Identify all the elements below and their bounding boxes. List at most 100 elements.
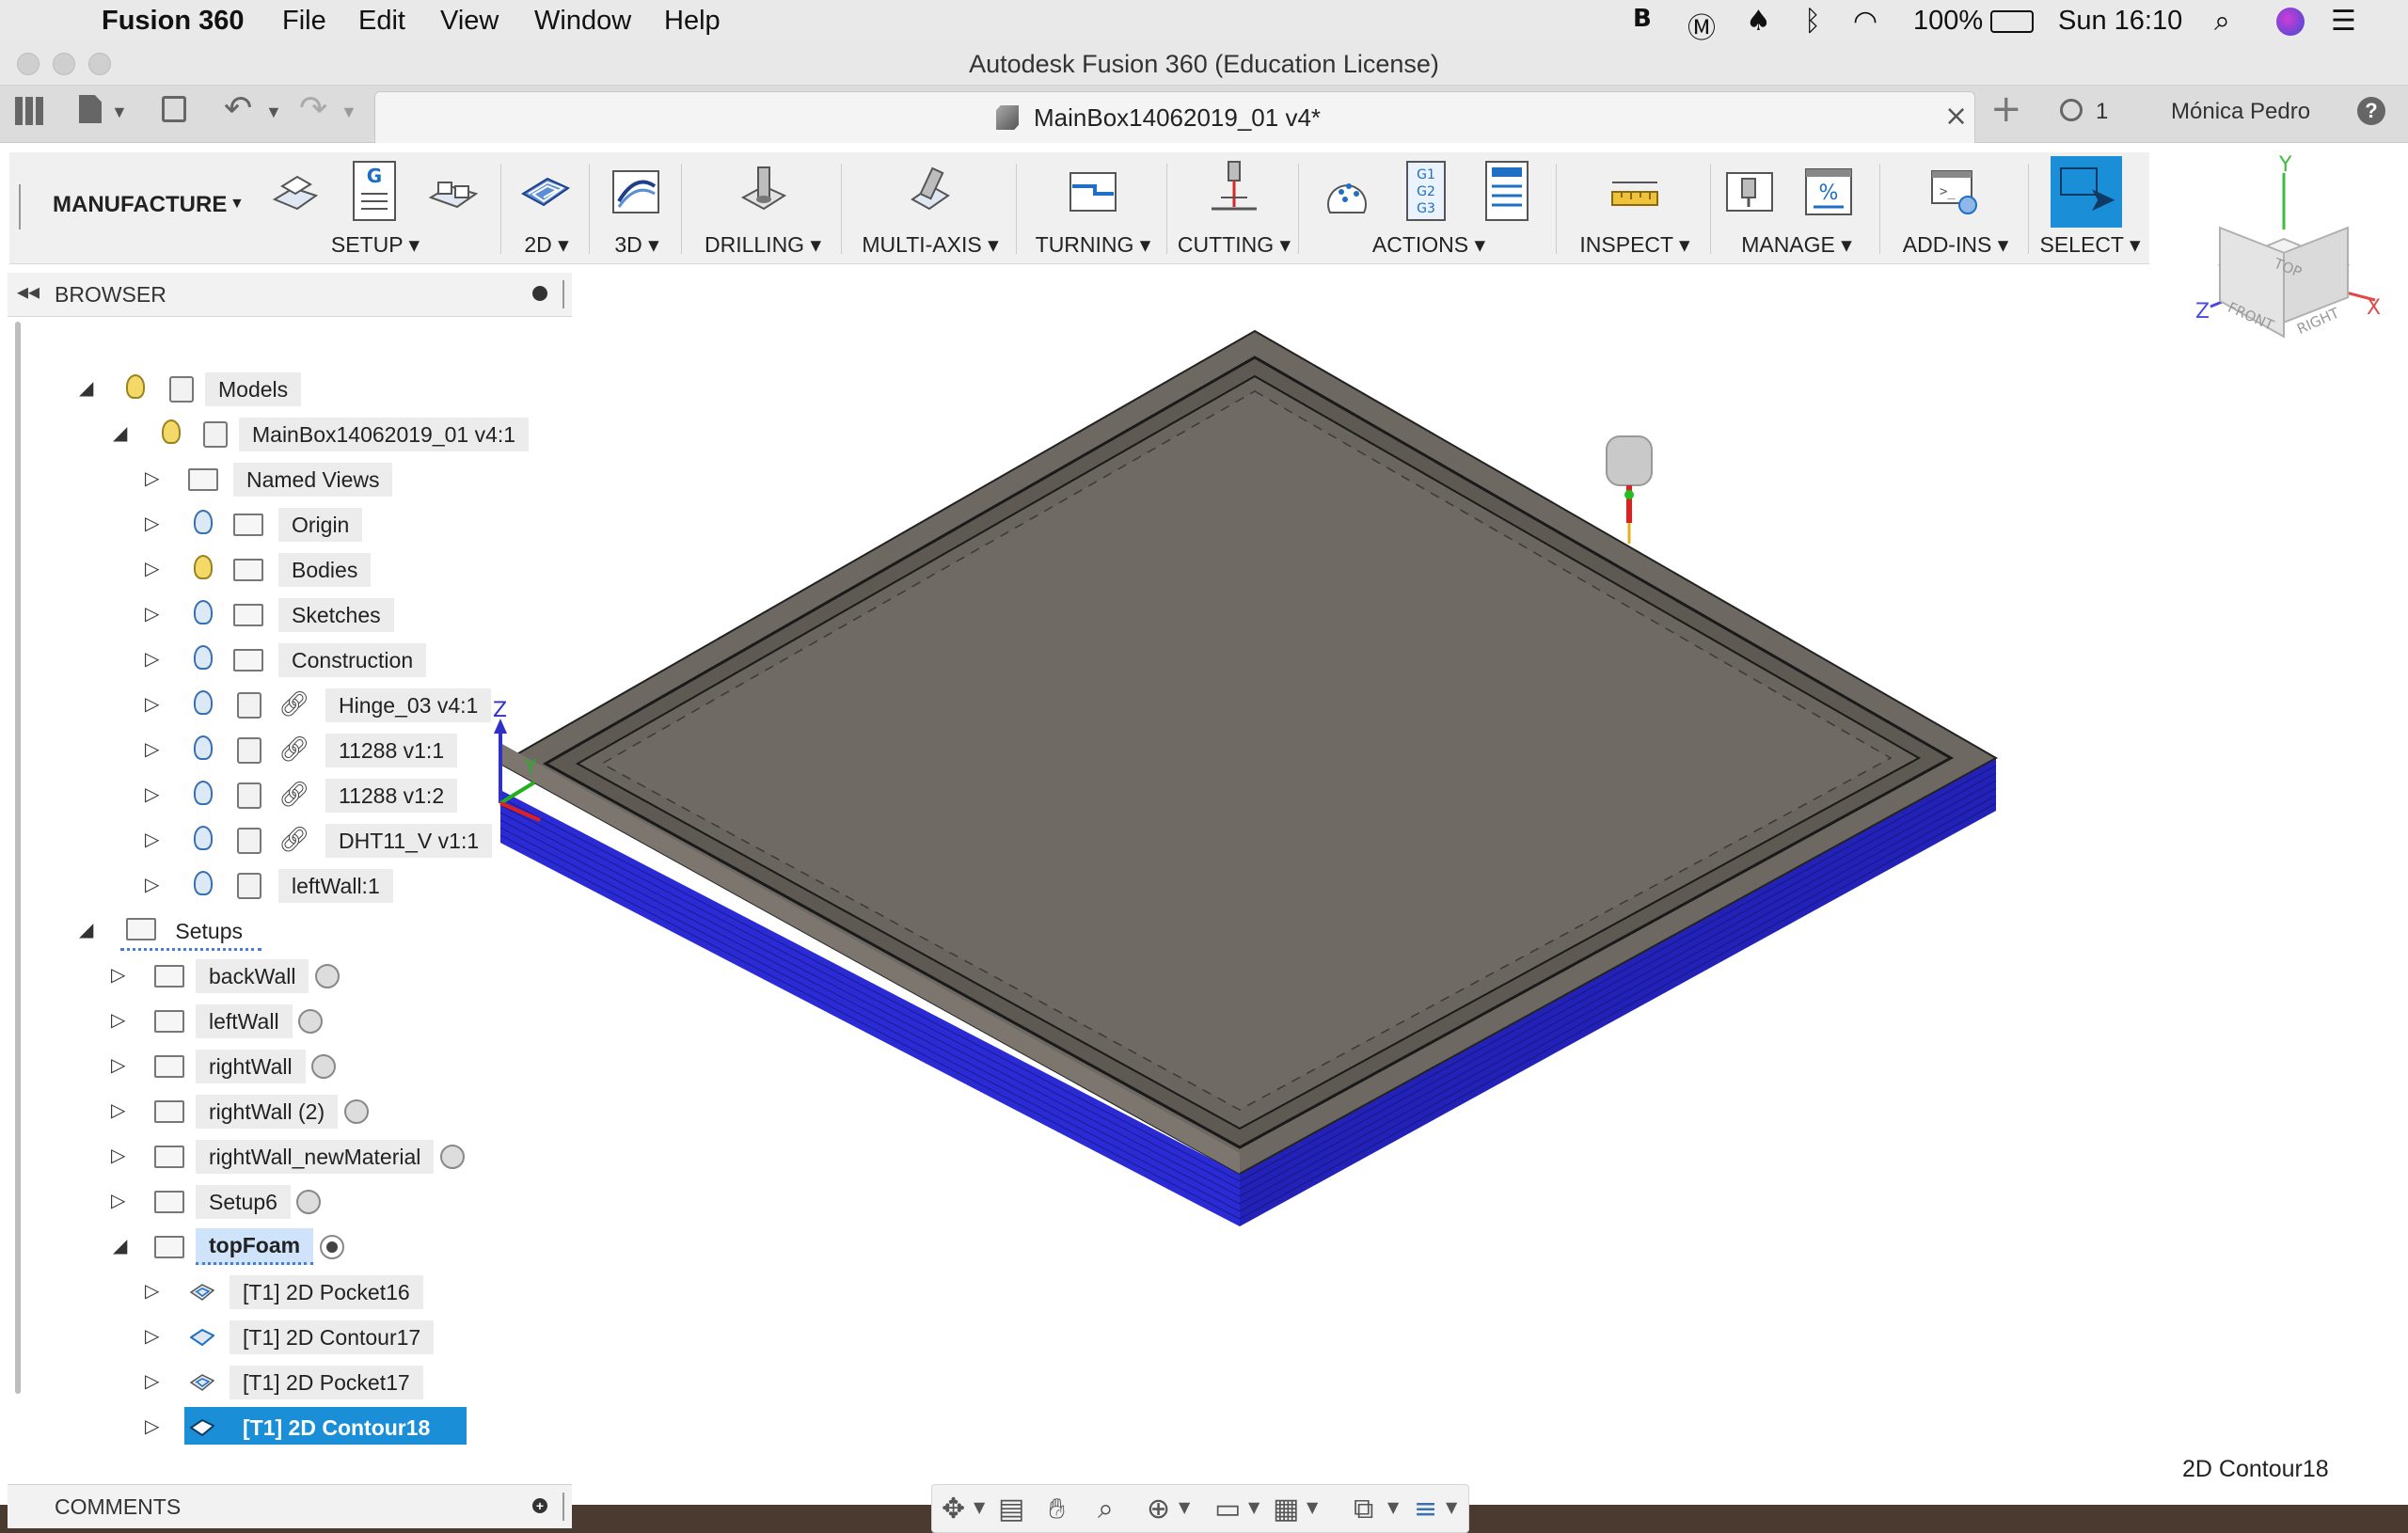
expand-arrow-icon[interactable]: ▷ bbox=[145, 730, 159, 767]
expand-arrow-icon[interactable]: ▷ bbox=[111, 1091, 125, 1129]
expand-arrow-icon[interactable]: ▷ bbox=[111, 1046, 125, 1083]
cutting-group[interactable]: CUTTING ▾ bbox=[1170, 152, 1298, 263]
expand-arrow-icon[interactable]: ▷ bbox=[145, 1272, 159, 1309]
display-settings-icon[interactable]: ▭ bbox=[1214, 1493, 1241, 1525]
cat-app-icon[interactable]: ♠ bbox=[1746, 5, 1771, 38]
3d-adaptive-icon[interactable] bbox=[610, 166, 662, 218]
menu-window[interactable]: Window bbox=[534, 6, 631, 37]
collapse-arrow-icon[interactable]: ◢ bbox=[113, 414, 127, 451]
visibility-bulb-icon[interactable] bbox=[194, 781, 213, 805]
active-setup-radio[interactable] bbox=[319, 1234, 344, 1259]
drilling-group[interactable]: DRILLING ▾ bbox=[685, 152, 841, 263]
siri-icon[interactable] bbox=[2276, 8, 2305, 36]
redo-icon[interactable]: ↷ bbox=[299, 89, 327, 128]
wifi-icon[interactable]: ◠ bbox=[1853, 5, 1877, 38]
chevron-down-icon[interactable]: ▼ bbox=[1307, 1498, 1318, 1516]
app-menu[interactable]: Fusion 360 bbox=[102, 6, 245, 37]
post-library-icon[interactable]: % bbox=[1802, 166, 1855, 218]
chevron-down-icon[interactable]: ▼ bbox=[265, 103, 282, 122]
scripts-addins-icon[interactable]: >_ bbox=[1928, 166, 1981, 218]
grid-snaps-icon[interactable]: ▦ bbox=[1273, 1493, 1299, 1525]
menu-file[interactable]: File bbox=[282, 6, 326, 37]
multi-axis-group[interactable]: MULTI-AXIS ▾ bbox=[845, 152, 1016, 263]
expand-arrow-icon[interactable]: ▷ bbox=[145, 865, 159, 903]
panel-grip[interactable] bbox=[562, 280, 564, 308]
new-tab-button[interactable]: + bbox=[1990, 87, 2022, 131]
menu-help[interactable]: Help bbox=[664, 6, 721, 37]
collapse-arrow-icon[interactable]: ◢ bbox=[79, 369, 93, 406]
collapse-arrow-icon[interactable]: ◢ bbox=[79, 910, 93, 948]
select-group[interactable]: ➤ SELECT ▾ bbox=[2032, 152, 2148, 263]
workspace-switcher[interactable]: MANUFACTURE ▼ bbox=[30, 152, 252, 263]
menu-edit[interactable]: Edit bbox=[358, 6, 405, 37]
nc-program-icon[interactable]: G bbox=[348, 160, 401, 222]
collapse-browser-icon[interactable]: ◂◂ bbox=[17, 278, 40, 305]
model-canvas[interactable] bbox=[470, 314, 2069, 1292]
battery-icon[interactable] bbox=[1990, 10, 2034, 33]
visibility-bulb-icon[interactable] bbox=[194, 871, 213, 895]
expand-arrow-icon[interactable]: ▷ bbox=[111, 1136, 125, 1174]
expand-arrow-icon[interactable]: ▷ bbox=[145, 594, 159, 632]
turning-group[interactable]: TURNING ▾ bbox=[1020, 152, 1166, 263]
orbit-icon[interactable]: ✥ bbox=[942, 1493, 965, 1525]
file-menu-icon[interactable] bbox=[79, 95, 102, 123]
fit-icon[interactable]: ⊕ bbox=[1147, 1493, 1170, 1525]
expand-arrow-icon[interactable]: ▷ bbox=[145, 820, 159, 858]
toolpath-display-icon[interactable]: ≡ bbox=[1414, 1493, 1437, 1525]
manage-group[interactable]: % MANAGE ▾ bbox=[1714, 152, 1879, 263]
activate-setup-radio[interactable] bbox=[296, 1189, 322, 1214]
swarf-icon[interactable] bbox=[903, 166, 956, 218]
panel-grip[interactable] bbox=[562, 1493, 564, 1521]
activate-setup-radio[interactable] bbox=[314, 963, 340, 988]
malwarebytes-icon[interactable]: Ⓜ bbox=[1687, 5, 1716, 46]
visibility-bulb-icon[interactable] bbox=[194, 690, 213, 715]
help-icon[interactable]: ? bbox=[2357, 97, 2385, 125]
chevron-down-icon[interactable]: ▼ bbox=[341, 103, 357, 122]
ribbon-grip[interactable] bbox=[19, 184, 21, 229]
expand-arrow-icon[interactable]: ▷ bbox=[111, 1001, 125, 1038]
visibility-bulb-icon[interactable] bbox=[194, 510, 213, 534]
undo-icon[interactable]: ↶ bbox=[224, 89, 252, 128]
activate-setup-radio[interactable] bbox=[343, 1098, 369, 1124]
2d-group[interactable]: 2D ▾ bbox=[504, 152, 589, 263]
chevron-down-icon[interactable]: ▼ bbox=[111, 103, 128, 122]
cutting-icon[interactable] bbox=[1208, 160, 1260, 222]
close-tab-icon[interactable]: × bbox=[1944, 100, 1968, 133]
pan-icon[interactable]: ✋︎ bbox=[1049, 1493, 1065, 1525]
activate-setup-radio[interactable] bbox=[439, 1144, 465, 1169]
chevron-down-icon[interactable]: ▼ bbox=[1387, 1498, 1399, 1516]
job-status-icon[interactable] bbox=[2060, 99, 2083, 121]
status-app-icon[interactable]: B bbox=[1633, 5, 1652, 33]
setup-group[interactable]: G SETUP ▾ bbox=[250, 152, 500, 263]
select-tool-button[interactable]: ➤ bbox=[2051, 156, 2122, 228]
visibility-bulb-icon[interactable] bbox=[194, 645, 213, 670]
visibility-bulb-icon[interactable] bbox=[162, 419, 181, 444]
2d-adaptive-icon[interactable] bbox=[519, 166, 572, 218]
turning-profile-icon[interactable] bbox=[1067, 166, 1119, 218]
visibility-bulb-icon[interactable] bbox=[194, 555, 213, 579]
chevron-down-icon[interactable]: ▼ bbox=[1248, 1498, 1259, 1516]
3d-group[interactable]: 3D ▾ bbox=[593, 152, 681, 263]
visibility-bulb-icon[interactable] bbox=[194, 826, 213, 850]
save-icon[interactable] bbox=[162, 96, 186, 122]
expand-arrow-icon[interactable]: ▷ bbox=[145, 775, 159, 813]
visibility-bulb-icon[interactable] bbox=[194, 735, 213, 760]
data-panel-icon[interactable] bbox=[15, 97, 43, 125]
measure-icon[interactable] bbox=[1608, 166, 1661, 218]
fixture-icon[interactable] bbox=[427, 166, 480, 218]
inspect-group[interactable]: INSPECT ▾ bbox=[1560, 152, 1710, 263]
expand-arrow-icon[interactable]: ▷ bbox=[145, 685, 159, 722]
visibility-bulb-icon[interactable] bbox=[194, 600, 213, 624]
expand-arrow-icon[interactable]: ▷ bbox=[111, 1181, 125, 1219]
expand-arrow-icon[interactable]: ▷ bbox=[145, 1362, 159, 1399]
chevron-down-icon[interactable]: ▼ bbox=[1446, 1498, 1457, 1516]
notification-center-icon[interactable]: ☰ bbox=[2331, 5, 2356, 38]
comments-panel[interactable]: COMMENTS + bbox=[8, 1484, 572, 1528]
activate-setup-radio[interactable] bbox=[297, 1008, 323, 1034]
post-process-icon[interactable]: G1 G2 G3 bbox=[1400, 160, 1452, 222]
add-ins-group[interactable]: >_ ADD-INS ▾ bbox=[1883, 152, 2028, 263]
setup-sheet-icon[interactable] bbox=[1481, 160, 1533, 222]
actions-group[interactable]: G1 G2 G3 ACTIONS ▾ bbox=[1302, 152, 1556, 263]
browser-options-icon[interactable] bbox=[532, 286, 547, 301]
new-setup-icon[interactable] bbox=[269, 166, 322, 218]
